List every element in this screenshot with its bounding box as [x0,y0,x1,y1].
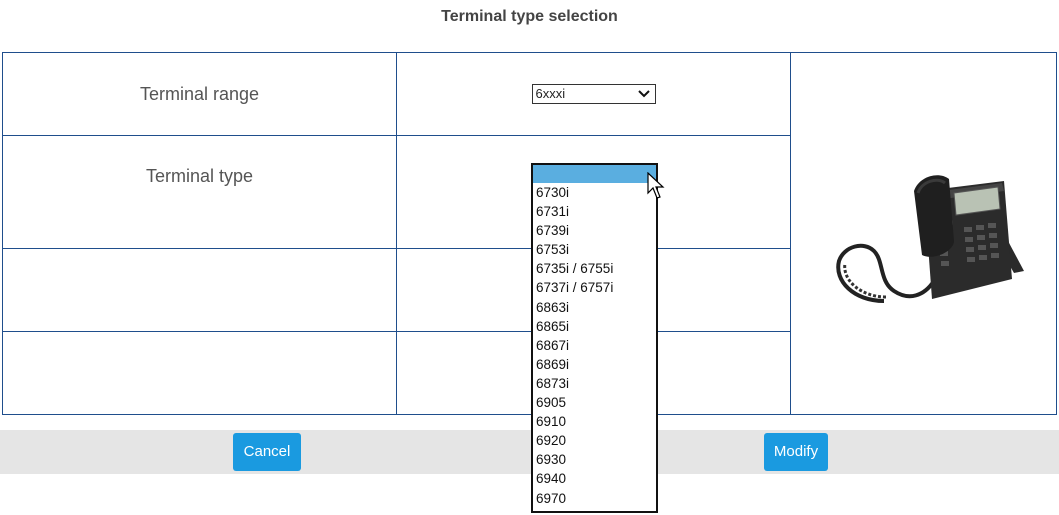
dropdown-option[interactable]: 6737i / 6757i [533,278,656,297]
modify-button[interactable]: Modify [764,433,828,471]
action-bar [0,430,1059,474]
dropdown-option[interactable]: 6735i / 6755i [533,259,656,278]
dropdown-option[interactable]: 6863i [533,298,656,317]
dropdown-option[interactable]: 6940 [533,469,656,488]
terminal-range-label: Terminal range [2,52,397,136]
terminal-form-table: Terminal range 6xxxi Terminal type [2,52,1057,415]
empty-label-cell [2,248,397,332]
dropdown-option[interactable]: 6930 [533,450,656,469]
dropdown-option[interactable]: 6865i [533,317,656,336]
dropdown-option[interactable]: 6730i [533,183,656,202]
chevron-down-icon [637,85,651,108]
terminal-range-value: 6xxxi [535,86,566,101]
terminal-image-cell [790,52,1057,415]
dropdown-option[interactable]: 6920 [533,431,656,450]
terminal-type-dropdown-list[interactable]: 6730i 6731i 6739i 6753i 6735i / 6755i 67… [531,163,658,513]
dropdown-option[interactable]: 6753i [533,240,656,259]
page-title: Terminal type selection [441,8,618,25]
desk-phone-image [835,175,1024,303]
dropdown-option[interactable]: 6873i [533,374,656,393]
terminal-range-cell: 6xxxi [396,52,791,136]
cancel-button[interactable]: Cancel [233,433,301,471]
dropdown-option[interactable]: 6910 [533,412,656,431]
empty-label-cell [2,331,397,415]
dropdown-option[interactable]: 6869i [533,355,656,374]
terminal-type-label: Terminal type [2,135,397,249]
dropdown-option[interactable]: 6867i [533,336,656,355]
dropdown-option[interactable]: 6731i [533,202,656,221]
mouse-pointer-icon [647,172,665,199]
terminal-range-select[interactable]: 6xxxi [531,84,656,104]
dropdown-option[interactable]: 6739i [533,221,656,240]
dropdown-option-selected-blank[interactable] [533,165,656,183]
dropdown-option[interactable]: 6905 [533,393,656,412]
dropdown-option[interactable]: 6970 [533,489,656,508]
